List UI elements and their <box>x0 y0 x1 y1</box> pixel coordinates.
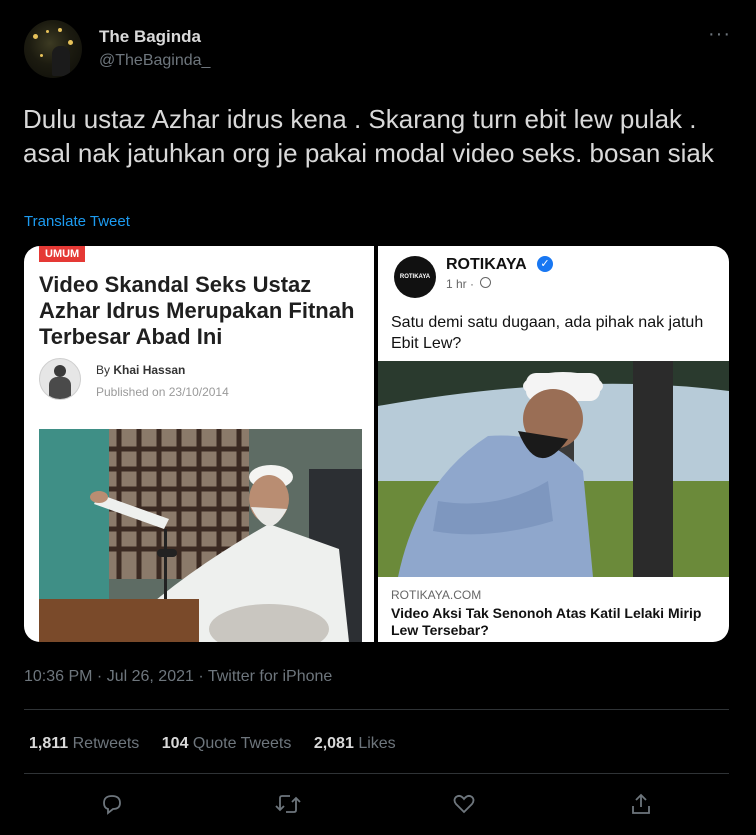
tweet-stats: 1,811 Retweets 104 Quote Tweets 2,081 Li… <box>29 735 414 753</box>
divider <box>24 773 729 774</box>
like-button[interactable] <box>446 786 482 822</box>
link-title-line-2: Lew Tersebar? <box>391 622 489 638</box>
likes-stat[interactable]: 2,081 Likes <box>314 735 396 752</box>
rotikaya-logo: ROTIKAYA <box>394 256 436 298</box>
article-photo <box>39 429 362 642</box>
link-title: Video Aksi Tak Senonoh Atas Katil Lelaki… <box>391 605 729 639</box>
page-name: ROTIKAYA <box>446 256 527 273</box>
quote-tweets-stat[interactable]: 104 Quote Tweets <box>162 735 292 752</box>
article-title: Video Skandal Seks Ustaz Azhar Idrus Mer… <box>39 272 355 349</box>
author-avatar <box>39 358 81 400</box>
share-button[interactable] <box>623 786 659 822</box>
media-image-right[interactable]: ROTIKAYA ROTIKAYA ✓ 1 hr · Satu demi sat… <box>378 246 729 642</box>
translate-tweet-link[interactable]: Translate Tweet <box>24 213 130 230</box>
tweet-timestamp[interactable]: 10:36 PM · Jul 26, 2021 · Twitter for iP… <box>24 668 332 686</box>
retweet-icon <box>275 795 301 813</box>
share-icon <box>632 793 650 814</box>
quotes-label: Quote Tweets <box>192 735 292 752</box>
verified-icon: ✓ <box>537 256 553 272</box>
post-time: 1 hr · <box>446 277 475 291</box>
media-image-left[interactable]: UMUM Video Skandal Seks Ustaz Azhar Idru… <box>24 246 374 642</box>
post-caption: Satu demi satu dugaan, ada pihak nak jat… <box>391 312 729 354</box>
retweets-count: 1,811 <box>29 735 69 752</box>
author-name: Khai Hassan <box>113 363 186 377</box>
byline: By Khai Hassan <box>96 363 185 377</box>
byline-prefix: By <box>96 363 111 377</box>
heart-icon <box>453 794 475 814</box>
user-avatar[interactable] <box>24 20 82 78</box>
reply-button[interactable] <box>94 786 130 822</box>
likes-label: Likes <box>358 735 396 752</box>
reply-icon <box>103 795 121 815</box>
caption-line-1: Satu demi satu dugaan, ada pihak nak jat… <box>391 314 704 331</box>
tweet-text: Dulu ustaz Azhar idrus kena . Skarang tu… <box>23 104 714 168</box>
caption-line-2: Ebit Lew? <box>391 335 462 352</box>
category-tag: UMUM <box>39 246 86 262</box>
divider <box>24 709 729 710</box>
user-name[interactable]: The Baginda <box>99 27 201 47</box>
publish-date: Published on 23/10/2014 <box>96 385 229 399</box>
globe-icon <box>480 277 491 288</box>
tweet: The Baginda @TheBaginda_ ··· Dulu ustaz … <box>0 0 756 835</box>
user-handle[interactable]: @TheBaginda_ <box>99 52 210 70</box>
retweets-label: Retweets <box>72 735 140 752</box>
link-title-line-1: Video Aksi Tak Senonoh Atas Katil Lelaki… <box>391 605 702 621</box>
post-photo <box>378 361 729 577</box>
retweet-button[interactable] <box>270 786 306 822</box>
retweets-stat[interactable]: 1,811 Retweets <box>29 735 139 752</box>
tweet-media[interactable]: UMUM Video Skandal Seks Ustaz Azhar Idru… <box>24 246 729 642</box>
more-icon[interactable]: ··· <box>708 24 731 44</box>
likes-count: 2,081 <box>313 735 354 752</box>
link-domain: ROTIKAYA.COM <box>391 588 482 602</box>
action-bar <box>0 786 756 826</box>
quotes-count: 104 <box>161 735 189 752</box>
